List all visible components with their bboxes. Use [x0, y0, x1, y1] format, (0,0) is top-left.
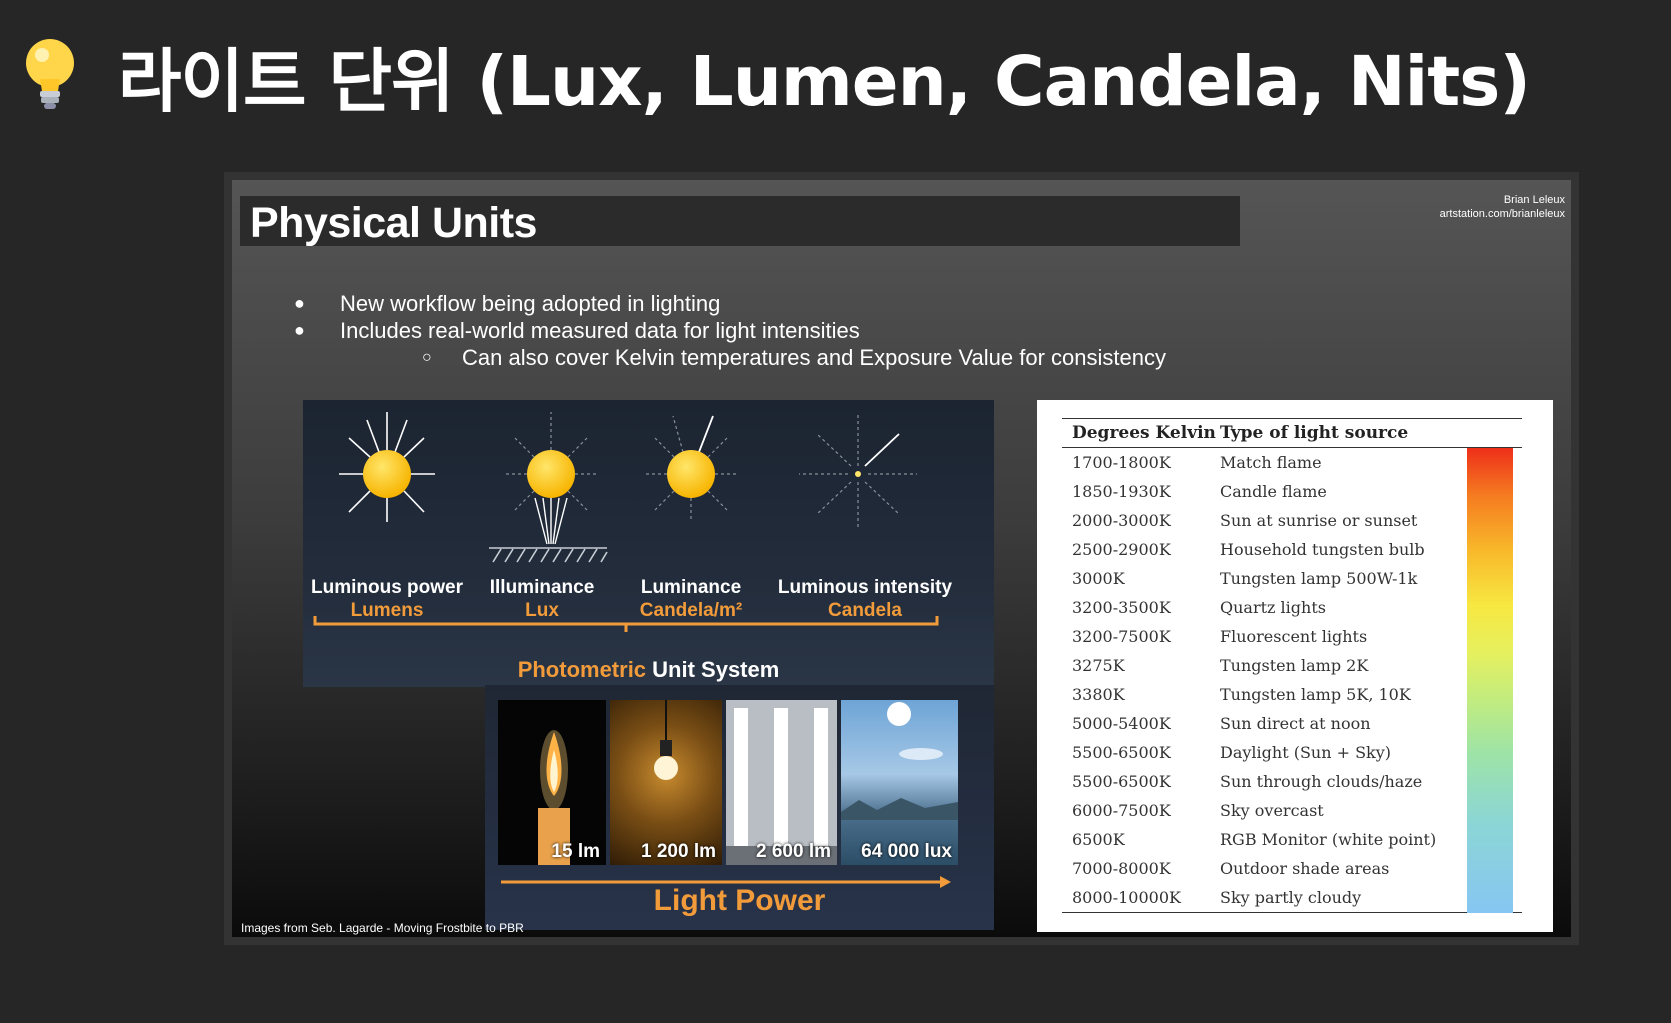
- table-row: 6000-7500K Sky overcast: [1062, 796, 1522, 825]
- table-row: 7000-8000K Outdoor shade areas: [1062, 854, 1522, 883]
- light-power-title: Light Power: [653, 884, 826, 917]
- fluorescent-photo: 2 600 lm: [726, 700, 837, 865]
- kelvin-range-cell: 8000-10000K: [1072, 888, 1181, 907]
- light-value-label: 64 000 lux: [861, 841, 952, 862]
- kelvin-range-cell: 7000-8000K: [1072, 859, 1171, 878]
- table-row: 5500-6500K Daylight (Sun + Sky): [1062, 738, 1522, 767]
- lightbulb-icon: [26, 39, 74, 109]
- unit-value: Candela/m²: [639, 600, 743, 621]
- photometric-graphics: [313, 412, 939, 632]
- sub-bullet-text: Can also cover Kelvin temperatures and E…: [462, 345, 1166, 370]
- table-row: 2500-2900K Household tungsten bulb: [1062, 535, 1522, 564]
- page-title: 라이트 단위 (Lux, Lumen, Candela, Nits): [20, 30, 1531, 122]
- unit-name: Luminance: [640, 577, 742, 598]
- system-label-rest: Unit System: [646, 657, 780, 682]
- kelvin-range-cell: 2000-3000K: [1072, 511, 1171, 530]
- kelvin-table-card: Degrees Kelvin Type of light source 1700…: [1037, 400, 1553, 932]
- kelvin-range-cell: 5000-5400K: [1072, 714, 1171, 733]
- bullet-text: Includes real-world measured data for li…: [340, 318, 860, 343]
- unit-luminous-power: Luminous power Lumens: [297, 576, 477, 622]
- unit-value: Candela: [828, 600, 902, 621]
- bulb-photo: 1 200 lm: [610, 700, 722, 865]
- unit-luminous-intensity: Luminous intensity Candela: [765, 576, 965, 622]
- table-row: 2000-3000K Sun at sunrise or sunset: [1062, 506, 1522, 535]
- kelvin-range-cell: 1850-1930K: [1072, 482, 1171, 501]
- light-value-label: 2 600 lm: [756, 841, 831, 862]
- sub-bullet-item: ○ Can also cover Kelvin temperatures and…: [294, 344, 1166, 371]
- slide: Physical Units Brian Leleux artstation.c…: [224, 172, 1579, 945]
- table-row: 3275K Tungsten lamp 2K: [1062, 651, 1522, 680]
- bullet-item: ● Includes real-world measured data for …: [294, 317, 1166, 344]
- sun-1-icon: [363, 450, 411, 498]
- table-row: 3200-3500K Quartz lights: [1062, 593, 1522, 622]
- table-header: Degrees Kelvin Type of light source: [1062, 419, 1522, 448]
- photometric-system-label: Photometric Unit System: [303, 657, 994, 683]
- header-degrees-kelvin: Degrees Kelvin: [1072, 423, 1216, 443]
- credit-name: Brian Leleux: [1503, 194, 1565, 206]
- unit-luminance: Luminance Candela/m²: [601, 576, 781, 622]
- sun-3-icon: [667, 450, 715, 498]
- light-value-label: 1 200 lm: [641, 841, 716, 862]
- table-row: 8000-10000K Sky partly cloudy: [1062, 883, 1522, 912]
- kelvin-range-cell: 3380K: [1072, 685, 1125, 704]
- table-row: 5000-5400K Sun direct at noon: [1062, 709, 1522, 738]
- kelvin-range-cell: 6500K: [1072, 830, 1125, 849]
- system-label-accent: Photometric: [517, 657, 647, 682]
- page-title-text: 라이트 단위 (Lux, Lumen, Candela, Nits): [118, 42, 1531, 122]
- table-row: 3000K Tungsten lamp 500W-1k: [1062, 564, 1522, 593]
- sun-2-icon: [527, 450, 575, 498]
- bullet-dot-icon: ●: [294, 293, 305, 313]
- unit-value: Lumens: [350, 600, 424, 621]
- credit-url: artstation.com/brianleleux: [1439, 208, 1565, 220]
- surface-hatch-icon: [489, 547, 608, 563]
- kelvin-range-cell: 3000K: [1072, 569, 1125, 588]
- header-light-source: Type of light source: [1220, 423, 1409, 443]
- bullet-dot-icon: ●: [294, 320, 305, 340]
- bullet-list: ● New workflow being adopted in lighting…: [294, 290, 1166, 371]
- table-row: 1700-1800K Match flame: [1062, 448, 1522, 477]
- table-row: 1850-1930K Candle flame: [1062, 477, 1522, 506]
- kelvin-range-cell: 3275K: [1072, 656, 1125, 675]
- color-temperature-gradient-bar: [1467, 448, 1513, 913]
- photometric-diagram: Luminous power Lumens Illuminance Lux Lu…: [303, 400, 994, 687]
- sky-photo: 64 000 lux: [841, 700, 958, 865]
- light-power-panel: 15 lm 1 200 lm 2 600 lm 64 000 lux Light…: [485, 685, 994, 930]
- kelvin-range-cell: 3200-3500K: [1072, 598, 1171, 617]
- table-row: 3380K Tungsten lamp 5K, 10K: [1062, 680, 1522, 709]
- author-credit: Brian Leleux artstation.com/brianleleux: [1440, 193, 1565, 221]
- kelvin-range-cell: 6000-7500K: [1072, 801, 1171, 820]
- image-source-footnote: Images from Seb. Lagarde - Moving Frostb…: [241, 921, 524, 935]
- table-body: 1700-1800K Match flame 1850-1930K Candle fl…: [1062, 448, 1522, 912]
- circle-bullet-icon: ○: [422, 349, 432, 366]
- candle-photo: 15 lm: [498, 700, 606, 865]
- slide-title-bar: Physical Units: [240, 196, 1240, 247]
- bullet-item: ● New workflow being adopted in lighting: [294, 290, 1166, 317]
- table-row: 6500K RGB Monitor (white point): [1062, 825, 1522, 854]
- kelvin-range-cell: 2500-2900K: [1072, 540, 1171, 559]
- kelvin-range-cell: 3200-7500K: [1072, 627, 1171, 646]
- kelvin-range-cell: 5500-6500K: [1072, 743, 1171, 762]
- light-value-label: 15 lm: [551, 841, 600, 862]
- table-row: 5500-6500K Sun through clouds/haze: [1062, 767, 1522, 796]
- slide-title: Physical Units: [250, 199, 537, 247]
- table-row: 3200-7500K Fluorescent lights: [1062, 622, 1522, 651]
- kelvin-table: Degrees Kelvin Type of light source 1700…: [1062, 418, 1522, 913]
- unit-name: Luminous intensity: [777, 577, 953, 598]
- kelvin-range-cell: 1700-1800K: [1072, 453, 1171, 472]
- kelvin-range-cell: 5500-6500K: [1072, 772, 1171, 791]
- bullet-text: New workflow being adopted in lighting: [340, 291, 721, 316]
- unit-name: Luminous power: [311, 577, 463, 598]
